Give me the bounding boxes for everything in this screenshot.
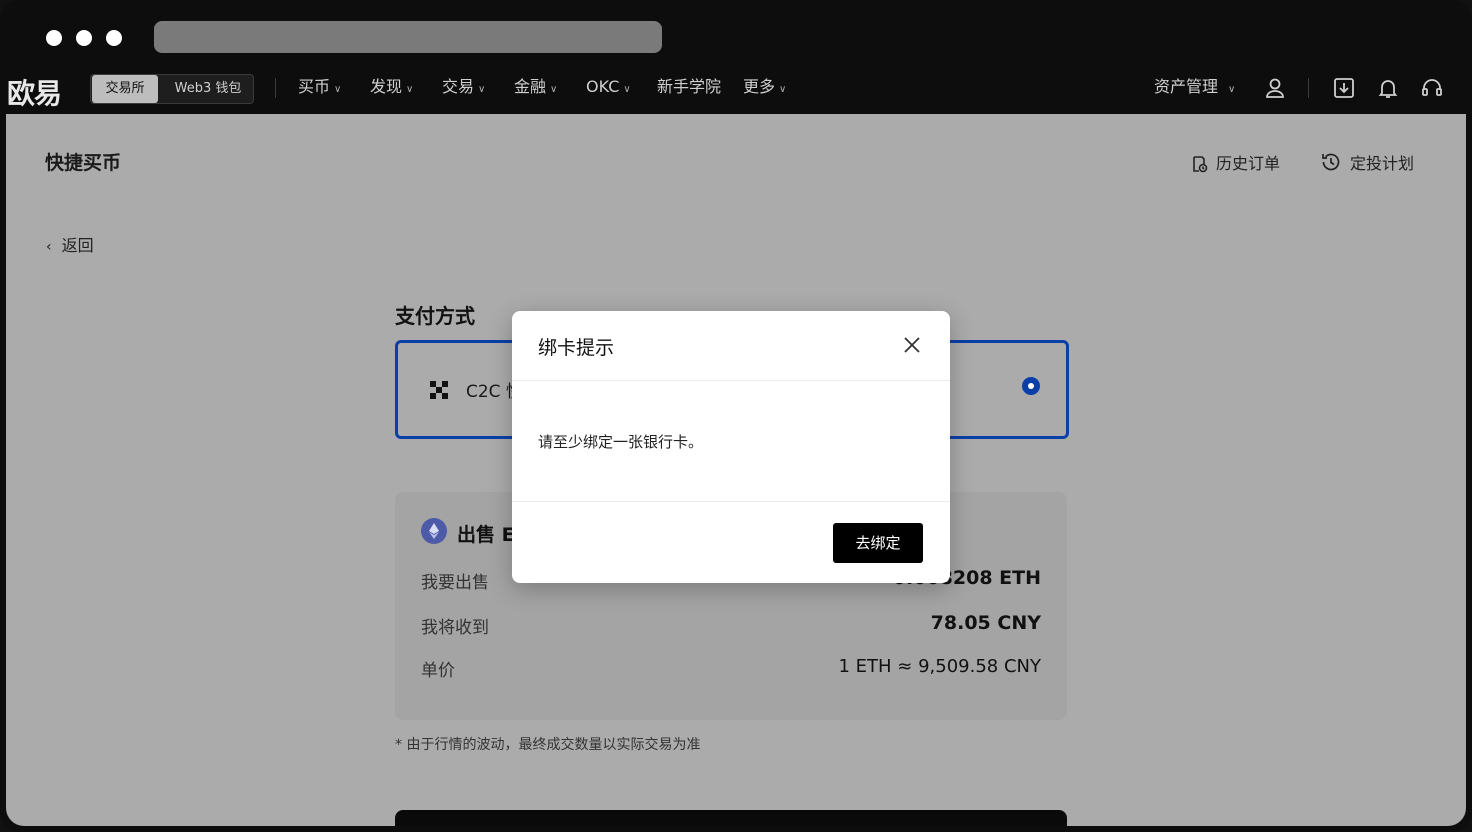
dialog-title: 绑卡提示 xyxy=(538,337,615,359)
nav-item-academy[interactable]: 新手学院 xyxy=(657,76,721,98)
nav-item-finance[interactable]: 金融 ∨ xyxy=(514,76,557,98)
nav-item-okc[interactable]: OKC ∨ xyxy=(586,76,631,98)
browser-titlebar xyxy=(0,0,1472,66)
nav-item-more[interactable]: 更多 ∨ xyxy=(743,76,786,98)
bind-card-dialog: 绑卡提示 请至少绑定一张银行卡。 去绑定 xyxy=(512,311,950,583)
dialog-divider xyxy=(512,501,950,502)
radio-selected[interactable] xyxy=(1022,377,1040,395)
chevron-down-icon: ∨ xyxy=(334,84,342,95)
ethereum-icon xyxy=(421,518,447,544)
chevron-down-icon: ∨ xyxy=(478,84,486,95)
chevron-down-icon: ∨ xyxy=(406,84,414,95)
go-bind-button[interactable]: 去绑定 xyxy=(833,523,923,563)
sell-amount-label: 我要出售 xyxy=(421,573,489,593)
browser-window: 欧易 交易所 Web3 钱包 买币 ∨ 发现 ∨ 交易 ∨ 金融 ∨ OKC ∨ 新手学院… xyxy=(0,0,1472,832)
page-title: 快捷买币 xyxy=(45,152,122,174)
window-zoom-dot[interactable] xyxy=(106,30,122,46)
payment-method-title: 支付方式 xyxy=(395,304,475,328)
receive-amount-value: 78.05 CNY xyxy=(930,612,1041,634)
mode-tab-web3-wallet[interactable]: Web3 钱包 xyxy=(165,75,251,103)
nav-divider xyxy=(1308,78,1309,98)
headset-icon[interactable] xyxy=(1420,76,1444,100)
mode-tab-exchange[interactable]: 交易所 xyxy=(92,75,158,103)
window-close-dot[interactable] xyxy=(46,30,62,46)
history-icon xyxy=(1322,153,1340,171)
okx-logo[interactable]: 欧易 xyxy=(7,72,62,112)
chevron-down-icon: ∨ xyxy=(1228,84,1236,95)
receive-amount-label: 我将收到 xyxy=(421,618,489,638)
bell-icon[interactable] xyxy=(1376,76,1400,100)
window-minimize-dot[interactable] xyxy=(76,30,92,46)
chevron-down-icon: ∨ xyxy=(623,84,631,95)
price-fluctuation-note: * 由于行情的波动，最终成交数量以实际交易为准 xyxy=(395,737,701,753)
nav-asset-management[interactable]: 资产管理 ∨ xyxy=(1154,76,1235,98)
dialog-divider xyxy=(512,380,950,381)
nav-divider xyxy=(275,78,276,98)
url-bar[interactable] xyxy=(154,21,662,53)
history-orders-link[interactable]: 历史订单 xyxy=(1190,150,1280,174)
nav-item-discover[interactable]: 发现 ∨ xyxy=(370,76,413,98)
nav-item-trade[interactable]: 交易 ∨ xyxy=(442,76,485,98)
unit-price-label: 单价 xyxy=(421,661,455,681)
chevron-down-icon: ∨ xyxy=(550,84,558,95)
nav-item-buy[interactable]: 买币 ∨ xyxy=(298,76,341,98)
okx-logo-icon xyxy=(430,381,448,399)
chevron-down-icon: ∨ xyxy=(779,84,787,95)
chevron-left-icon: ‹ xyxy=(46,239,52,255)
close-icon[interactable] xyxy=(902,335,922,355)
back-link[interactable]: ‹ 返回 xyxy=(46,232,94,256)
user-icon[interactable] xyxy=(1263,76,1287,100)
sell-title: 出售 E xyxy=(457,524,515,546)
submit-button[interactable] xyxy=(395,810,1067,826)
document-clock-icon xyxy=(1193,156,1208,173)
download-icon[interactable] xyxy=(1332,76,1356,100)
unit-price-value: 1 ETH ≈ 9,509.58 CNY xyxy=(838,656,1041,677)
mode-switch: 交易所 Web3 钱包 xyxy=(90,74,254,104)
recurring-plan-link[interactable]: 定投计划 xyxy=(1320,150,1414,174)
dialog-message: 请至少绑定一张银行卡。 xyxy=(538,433,704,451)
